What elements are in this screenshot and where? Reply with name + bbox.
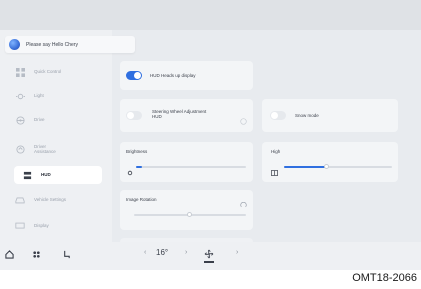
grid-icon [14,66,26,78]
hud-heads-up-toggle[interactable] [126,71,142,80]
sidebar-item-display[interactable]: Display [14,217,110,235]
sidebar-item-vehicle-settings[interactable]: Vehicle Settings [14,191,110,209]
figure-caption: OMT18-2066 [352,272,417,284]
screen: Please say Hello Chery Quick Control Lig… [0,0,421,270]
image-rotation-card: Image Rotation [120,190,253,230]
top-bar [0,0,421,30]
steering-wheel-icon [14,114,26,126]
fan-icon[interactable] [203,248,215,260]
image-rotation-slider[interactable] [134,212,246,217]
hud-heads-up-label: HUD Heads up display [150,73,196,78]
display-icon [14,220,26,232]
steering-wheel-hud-card[interactable]: Steering Wheel Adjustment HUD [120,99,253,132]
fan-up-icon[interactable]: › [236,249,238,256]
fan-underline [204,261,214,263]
height-slider-knob[interactable] [324,164,330,169]
snow-mode-card[interactable]: Snow mode [262,99,398,132]
image-rotation-slider-knob[interactable] [187,212,192,217]
snow-mode-label: Snow mode [295,113,319,118]
temperature-up-icon[interactable]: › [185,249,187,256]
snow-mode-toggle[interactable] [270,111,286,120]
light-icon [14,90,26,102]
sidebar-item-driver-assistance[interactable]: Driver Assistance [14,138,110,160]
voice-assistant-pill[interactable]: Please say Hello Chery [5,36,135,53]
brightness-icon [127,163,133,181]
height-card: High [262,142,398,182]
sidebar-item-quick-control[interactable]: Quick Control [14,63,110,81]
voice-assistant-icon [9,39,20,50]
hud-heads-up-card[interactable]: HUD Heads up display [120,61,253,90]
height-icon [271,163,278,181]
steering-wheel-hud-toggle[interactable] [126,111,142,120]
sidebar-item-label: Drive [34,117,45,123]
car-icon [14,194,26,206]
info-icon[interactable] [240,112,247,130]
sidebar-item-label: Display [34,223,49,229]
sidebar-item-label: Vehicle Settings [34,197,67,203]
sidebar-item-drive[interactable]: Drive [14,111,110,129]
home-icon[interactable] [3,248,15,260]
height-slider[interactable] [284,164,392,169]
rotate-icon [240,196,247,214]
voice-prompt: Please say Hello Chery [26,41,78,48]
brightness-slider[interactable] [136,166,246,168]
sidebar-item-label: Light [34,93,44,99]
hud-icon [21,169,33,181]
brightness-card: Brightness [120,142,253,182]
steering-wheel-hud-label: Steering Wheel Adjustment HUD [152,109,207,120]
seat-icon[interactable] [60,248,72,260]
sidebar-item-label: HUD [41,172,51,178]
apps-icon[interactable] [30,248,42,260]
sidebar-item-label: Driver Assistance [34,143,56,154]
sidebar-item-label: Quick Control [34,69,62,75]
brightness-label: Brightness [126,149,148,154]
sidebar-item-light[interactable]: Light [14,87,110,105]
driver-assist-icon [14,143,26,155]
height-slider-fill [284,166,328,168]
brightness-slider-fill [136,166,142,168]
image-rotation-label: Image Rotation [126,197,157,202]
temperature-value: 16° [156,248,169,257]
temperature-down-icon[interactable]: ‹ [144,249,146,256]
sidebar-item-hud[interactable]: HUD [14,166,102,184]
height-label: High [271,149,281,154]
